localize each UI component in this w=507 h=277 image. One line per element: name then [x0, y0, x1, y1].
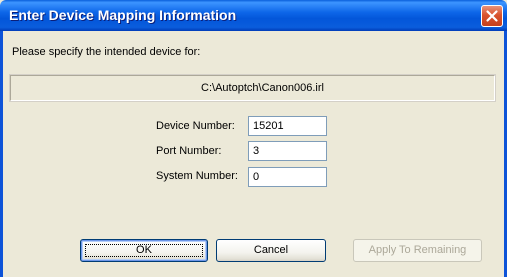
dialog-title: Enter Device Mapping Information	[9, 7, 237, 23]
device-number-label: Device Number:	[156, 120, 235, 132]
apply-to-remaining-button[interactable]: Apply To Remaining	[353, 239, 482, 262]
window-frame-left	[0, 31, 3, 277]
cancel-button[interactable]: Cancel	[216, 239, 326, 262]
close-button[interactable]	[481, 5, 503, 27]
ok-button-label: OK	[136, 244, 152, 256]
port-number-input[interactable]	[248, 141, 327, 161]
apply-to-remaining-label: Apply To Remaining	[368, 244, 467, 256]
file-path-display: C:\Autoptch\Canon006.irl	[9, 74, 496, 102]
close-x-icon	[486, 10, 498, 22]
port-number-label: Port Number:	[156, 145, 222, 157]
device-mapping-dialog: Enter Device Mapping Information Please …	[0, 0, 507, 277]
ok-button[interactable]: OK	[80, 239, 208, 262]
cancel-button-label: Cancel	[253, 244, 289, 256]
system-number-label: System Number:	[156, 170, 238, 182]
prompt-text: Please specify the intended device for:	[12, 46, 201, 58]
system-number-input[interactable]	[248, 167, 327, 187]
device-number-input[interactable]	[248, 116, 327, 136]
title-bar[interactable]: Enter Device Mapping Information	[0, 0, 507, 31]
